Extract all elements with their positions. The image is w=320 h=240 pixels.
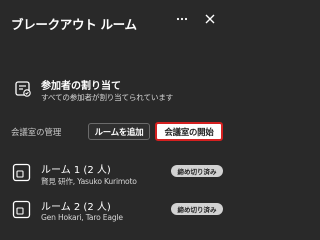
manage-rooms-label: 会議室の管理 xyxy=(11,127,62,137)
assign-participants-icon[interactable] xyxy=(14,80,32,98)
more-horizontal-icon[interactable] xyxy=(175,12,189,26)
room-name[interactable]: ルーム 1 (2 人) xyxy=(41,161,111,176)
room-members: Gen Hokari, Taro Eagle xyxy=(41,213,123,222)
assign-status-text: すべての参加者が割り当てられています xyxy=(41,93,174,102)
room-icon xyxy=(12,200,31,219)
breakout-rooms-panel: ブレークアウト ルーム 参加者の割り当て すべての参加者が割り当てられています … xyxy=(0,0,240,240)
start-rooms-button[interactable]: 会議室の開始 xyxy=(155,122,223,141)
assign-title: 参加者の割り当て xyxy=(41,81,121,92)
add-room-button[interactable]: ルームを追加 xyxy=(88,123,150,140)
room-members: 賢見 研作, Yasuko Kurimoto xyxy=(41,177,137,186)
close-icon[interactable] xyxy=(203,12,217,26)
panel-title: ブレークアウト ルーム xyxy=(11,17,137,32)
room-name[interactable]: ルーム 2 (2 人) xyxy=(41,198,111,213)
room-icon xyxy=(12,163,31,182)
room-status-badge: 締め切り済み xyxy=(171,203,223,215)
room-status-badge: 締め切り済み xyxy=(171,165,223,177)
